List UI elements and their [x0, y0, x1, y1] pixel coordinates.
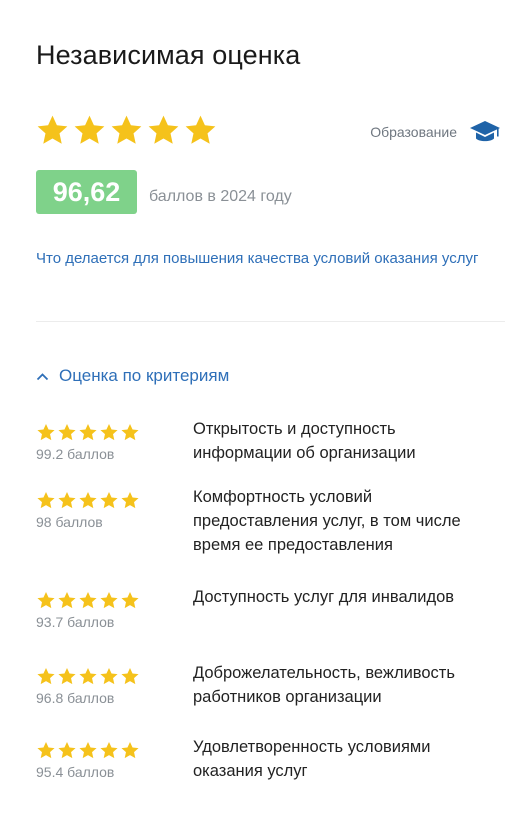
criterion-score: 99.2 баллов	[36, 446, 115, 462]
criterion-star-rating	[36, 741, 193, 760]
category-tag: Образование	[370, 118, 501, 146]
graduation-cap-icon	[470, 121, 500, 142]
criterion-score: 95.4 баллов	[36, 764, 115, 780]
criteria-toggle-label: Оценка по критериям	[59, 366, 230, 385]
star-icon	[100, 423, 118, 441]
criterion-score: 98 баллов	[36, 514, 103, 530]
star-icon	[37, 667, 55, 685]
criterion-label: Доступность услуг для инвалидов	[193, 588, 455, 606]
star-icon	[37, 115, 68, 144]
independent-rating-widget: Независимая оценка Образование 96,62 бал…	[0, 0, 523, 813]
criterion-row: 96.8 баллов Доброжелательность, вежливос…	[36, 664, 506, 740]
criterion-row: 98 баллов Комфортность условий предостав…	[36, 488, 506, 590]
criterion-star-rating	[36, 491, 193, 510]
star-icon	[79, 667, 97, 685]
star-icon	[79, 741, 97, 759]
star-icon	[121, 591, 139, 609]
criterion-label: Удовлетворенность условиями оказания усл…	[193, 738, 431, 780]
star-icon	[100, 491, 118, 509]
criterion-star-rating	[36, 423, 193, 442]
star-icon	[79, 491, 97, 509]
criterion-star-rating	[36, 591, 193, 610]
divider	[36, 321, 505, 322]
star-icon	[37, 591, 55, 609]
page-title: Независимая оценка	[36, 40, 301, 70]
star-icon	[100, 741, 118, 759]
star-icon	[121, 667, 139, 685]
star-icon	[58, 667, 76, 685]
criterion-row: 93.7 баллов Доступность услуг для инвали…	[36, 588, 506, 666]
star-icon	[121, 741, 139, 759]
star-icon	[58, 423, 76, 441]
score-caption: баллов в 2024 году	[149, 188, 292, 205]
criterion-label: Открытость и доступность информации об о…	[193, 420, 416, 462]
criterion-score: 96.8 баллов	[36, 690, 115, 706]
criterion-row: 95.4 баллов Удовлетворенность условиями …	[36, 738, 506, 810]
score-badge: 96,62	[36, 170, 137, 214]
criterion-row: 99.2 баллов Открытость и доступность инф…	[36, 420, 506, 490]
star-icon	[121, 423, 139, 441]
star-icon	[185, 115, 216, 144]
star-icon	[111, 115, 142, 144]
star-icon	[58, 491, 76, 509]
star-icon	[100, 591, 118, 609]
criterion-star-rating	[36, 667, 193, 686]
star-icon	[100, 667, 118, 685]
star-icon	[37, 741, 55, 759]
star-icon	[37, 491, 55, 509]
criteria-toggle[interactable]: Оценка по критериям	[36, 366, 229, 386]
category-label: Образование	[370, 124, 457, 140]
star-icon	[58, 591, 76, 609]
star-icon	[121, 491, 139, 509]
star-icon	[37, 423, 55, 441]
criterion-label: Комфортность условий предоставления услу…	[193, 488, 461, 554]
criterion-score: 93.7 баллов	[36, 614, 115, 630]
criterion-label: Доброжелательность, вежливость работнико…	[193, 664, 455, 706]
quality-improvement-link[interactable]: Что делается для повышения качества усло…	[36, 245, 486, 272]
star-icon	[148, 115, 179, 144]
star-icon	[79, 591, 97, 609]
overall-star-rating	[36, 114, 217, 147]
criteria-list: 99.2 баллов Открытость и доступность инф…	[36, 420, 506, 810]
star-icon	[58, 741, 76, 759]
star-icon	[74, 115, 105, 144]
star-icon	[79, 423, 97, 441]
chevron-up-icon	[36, 372, 49, 380]
